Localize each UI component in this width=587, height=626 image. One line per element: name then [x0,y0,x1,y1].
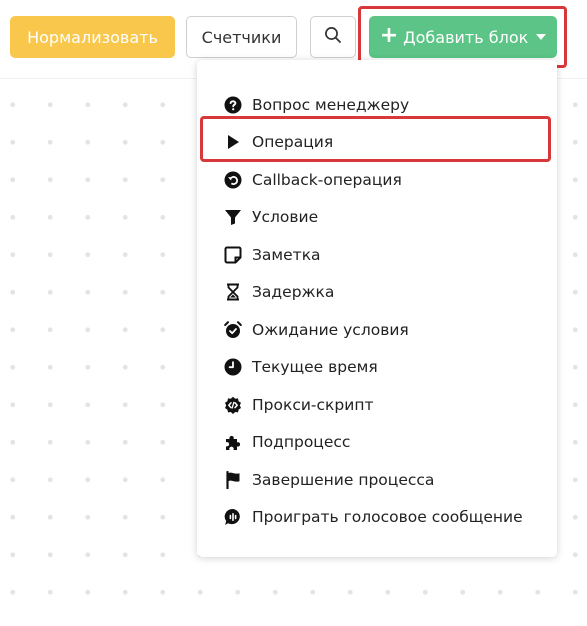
menu-item-wait-condition[interactable]: Ожидание условия [197,311,557,349]
alarm-clock-icon [223,320,243,340]
menu-item-play-voice-message[interactable]: Проиграть голосовое сообщение [197,499,557,537]
flag-icon [223,470,243,490]
counters-button[interactable]: Счетчики [186,16,297,58]
question-circle-icon [223,95,243,115]
add-block-button-label: Добавить блок [403,27,529,47]
menu-item-label: Условие [252,208,319,227]
normalize-button[interactable]: Нормализовать [10,16,175,58]
note-icon [223,245,243,265]
puzzle-icon [223,432,243,452]
funnel-icon [223,207,243,227]
menu-item-label: Callback-операция [252,170,402,189]
menu-item-operation[interactable]: Операция [197,124,557,162]
menu-item-label: Проиграть голосовое сообщение [252,508,523,527]
menu-item-end-process[interactable]: Завершение процесса [197,461,557,499]
plus-icon: + [379,23,399,48]
menu-item-label: Операция [252,133,334,152]
menu-item-label: Завершение процесса [252,470,435,489]
menu-item-label: Подпроцесс [252,433,351,452]
menu-item-callback-operation[interactable]: Callback-операция [197,161,557,199]
undo-circle-icon [223,170,243,190]
menu-item-proxy-script[interactable]: Прокси-скрипт [197,386,557,424]
menu-item-note[interactable]: Заметка [197,236,557,274]
menu-item-subprocess[interactable]: Подпроцесс [197,424,557,462]
menu-item-label: Задержка [252,283,335,302]
menu-item-label: Заметка [252,245,321,264]
menu-item-manager-question[interactable]: Вопрос менеджеру [197,86,557,124]
menu-item-condition[interactable]: Условие [197,199,557,237]
add-block-button[interactable]: + Добавить блок [369,16,557,58]
hourglass-icon [223,282,243,302]
menu-item-current-time[interactable]: Текущее время [197,349,557,387]
counters-button-label: Счетчики [201,27,282,47]
search-button[interactable] [310,16,356,58]
menu-item-label: Вопрос менеджеру [252,95,410,114]
clock-icon [223,357,243,377]
add-block-dropdown-menu: Вопрос менеджеру Операция Callback-опера… [197,60,557,557]
normalize-button-label: Нормализовать [27,27,158,47]
menu-item-label: Ожидание условия [252,320,409,339]
play-icon [223,132,243,152]
caret-down-icon [536,34,547,40]
menu-item-label: Прокси-скрипт [252,395,374,414]
menu-item-delay[interactable]: Задержка [197,274,557,312]
code-badge-icon [223,395,243,415]
voice-message-icon [223,507,243,527]
menu-item-label: Текущее время [252,358,378,377]
search-icon [324,26,342,48]
